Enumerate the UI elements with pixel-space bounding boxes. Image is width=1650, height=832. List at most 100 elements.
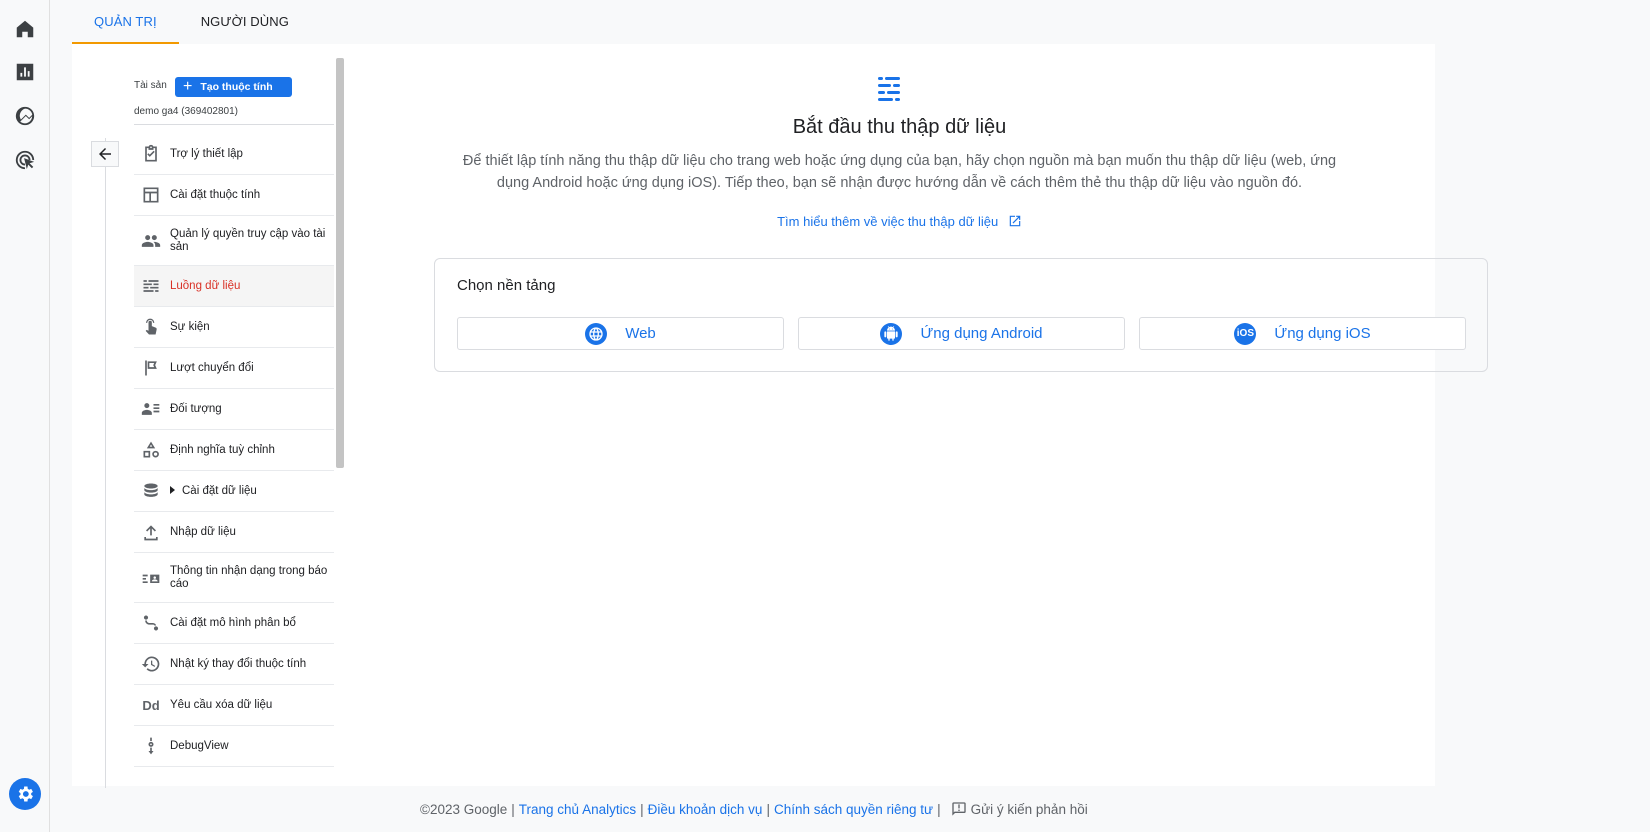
sidebar-item-label: Đối tượng [170,402,222,415]
touch-icon [140,316,162,338]
arrow-back-icon [99,148,111,160]
platform-picker: Chọn nền tảng Web Ứng dụng Android iOS Ứ… [434,258,1488,372]
reports-icon[interactable] [12,59,38,85]
sidebar-item-label: DebugView [170,739,229,752]
android-platform-button[interactable]: Ứng dụng Android [798,317,1125,350]
tab-admin[interactable]: QUẢN TRỊ [72,0,179,44]
sidebar-item-custom-definitions[interactable]: Định nghĩa tuỳ chỉnh [134,430,334,471]
route-icon [140,612,162,634]
sidebar-item-data-import[interactable]: Nhập dữ liệu [134,512,334,553]
property-label: Tài sản [134,80,167,91]
sidebar-item-access-management[interactable]: Quản lý quyền truy cập vào tài sản [134,216,334,266]
sidebar-item-label: Sự kiện [170,320,210,333]
learn-more-link[interactable]: Tìm hiểu thêm về việc thu thập dữ liệu [364,214,1435,229]
data-stream-icon [878,77,900,101]
footer-separator: | [511,801,515,817]
open-in-new-icon [1009,215,1021,227]
sidebar-item-label: Nhập dữ liệu [170,525,236,538]
flag-icon [140,357,162,379]
home-icon[interactable] [12,16,38,42]
sidebar-item-debugview[interactable]: DebugView [134,726,334,767]
feedback-label: Gửi ý kiến phản hồi [970,801,1088,817]
ios-platform-button[interactable]: iOS Ứng dụng iOS [1139,317,1466,350]
people-icon [140,230,162,252]
learn-more-label: Tìm hiểu thêm về việc thu thập dữ liệu [777,214,999,229]
back-button[interactable] [91,141,119,167]
copyright: ©2023 Google [420,801,508,817]
admin-tabs: QUẢN TRỊ NGƯỜI DÙNG [72,0,311,44]
data-collection-panel: Bắt đầu thu thập dữ liệu Để thiết lập tí… [364,44,1488,786]
property-selector-underline [134,124,334,125]
database-icon [140,480,162,502]
debug-icon [140,735,162,757]
platform-label: Web [625,325,656,342]
footer-separator: | [766,801,770,817]
checklist-icon [140,143,162,165]
admin-panel: Tài sản + Tạo thuộc tính demo ga4 (36940… [72,44,1488,788]
upload-icon [140,521,162,543]
ios-icon: iOS [1234,322,1257,345]
sidebar-item-label: Nhật ký thay đổi thuộc tính [170,657,307,670]
sidebar-item-audiences[interactable]: Đối tượng [134,389,334,430]
history-icon [140,653,162,675]
platform-label: Ứng dụng Android [920,325,1043,342]
sidebar-item-reporting-identity[interactable]: Thông tin nhận dạng trong báo cáo [134,553,334,603]
create-property-button[interactable]: + Tạo thuộc tính [175,77,292,97]
sidebar-item-change-history[interactable]: Nhật ký thay đổi thuộc tính [134,644,334,685]
sidebar-item-setup-assistant[interactable]: Trợ lý thiết lập [134,134,334,175]
sidebar-item-label: Cài đặt dữ liệu [170,485,257,498]
admin-settings-icon[interactable] [9,778,41,810]
data-stream-icon [140,275,162,297]
sidebar-item-label: Lượt chuyển đổi [170,361,254,374]
advertising-icon[interactable] [12,147,38,173]
platform-title: Chọn nền tảng [457,277,556,294]
sidebar-item-attribution-settings[interactable]: Cài đặt mô hình phân bổ [134,603,334,644]
sidebar-item-events[interactable]: Sự kiện [134,307,334,348]
footer: ©2023 Google | Trang chủ Analytics | Điề… [420,801,1088,817]
plus-icon: + [183,78,193,95]
sidebar-item-data-deletion[interactable]: Dd Yêu cầu xóa dữ liệu [134,685,334,726]
privacy-link[interactable]: Chính sách quyền riêng tư [774,802,933,817]
tab-users[interactable]: NGƯỜI DÙNG [179,0,311,44]
sidebar-item-data-settings[interactable]: Cài đặt dữ liệu [134,471,334,512]
id-card-icon [140,567,162,589]
feedback-icon [951,802,966,816]
page-description: Để thiết lập tính năng thu thập dữ liệu … [462,153,1337,191]
platform-label: Ứng dụng iOS [1274,325,1371,342]
sidebar-item-label: Cài đặt mô hình phân bổ [170,616,296,629]
footer-separator: | [937,801,941,817]
audience-icon [140,398,162,420]
property-selector[interactable]: demo ga4 (369402801) [134,106,238,117]
send-feedback-button[interactable]: Gửi ý kiến phản hồi [951,801,1088,817]
page-title: Bắt đầu thu thập dữ liệu [792,116,1007,138]
sidebar-item-label: Cài đặt thuộc tính [170,188,261,201]
globe-icon [585,322,608,345]
sidebar-item-conversions[interactable]: Lượt chuyển đổi [134,348,334,389]
sidebar-item-label: Trợ lý thiết lập [170,147,243,160]
sidebar-scrollbar[interactable] [336,58,344,468]
left-rail [0,0,50,832]
dd-icon: Dd [142,697,160,713]
sidebar-divider [105,138,106,788]
web-platform-button[interactable]: Web [457,317,784,350]
layout-icon [140,184,162,206]
footer-separator: | [640,801,644,817]
expand-triangle-icon [170,486,175,495]
property-menu: Trợ lý thiết lập Cài đặt thuộc tính Quản… [134,134,334,767]
ios-glyph: iOS [1236,328,1254,339]
sidebar-item-label: Thông tin nhận dạng trong báo cáo [170,564,328,590]
sidebar-item-data-streams[interactable]: Luồng dữ liệu [134,266,334,307]
sidebar-item-property-settings[interactable]: Cài đặt thuộc tính [134,175,334,216]
explore-icon[interactable] [12,103,38,129]
analytics-home-link[interactable]: Trang chủ Analytics [519,802,636,817]
terms-link[interactable]: Điều khoản dịch vụ [648,802,763,817]
android-icon [880,322,903,345]
sidebar-item-label: Định nghĩa tuỳ chỉnh [170,443,275,456]
shapes-icon [140,439,162,461]
property-sidebar: Tài sản + Tạo thuộc tính demo ga4 (36940… [72,58,344,788]
sidebar-item-label: Luồng dữ liệu [170,279,241,292]
sidebar-item-label: Quản lý quyền truy cập vào tài sản [170,227,326,253]
sidebar-item-label: Yêu cầu xóa dữ liệu [170,698,273,711]
sidebar-item-text: Cài đặt dữ liệu [182,484,257,497]
create-property-label: Tạo thuộc tính [200,81,273,93]
